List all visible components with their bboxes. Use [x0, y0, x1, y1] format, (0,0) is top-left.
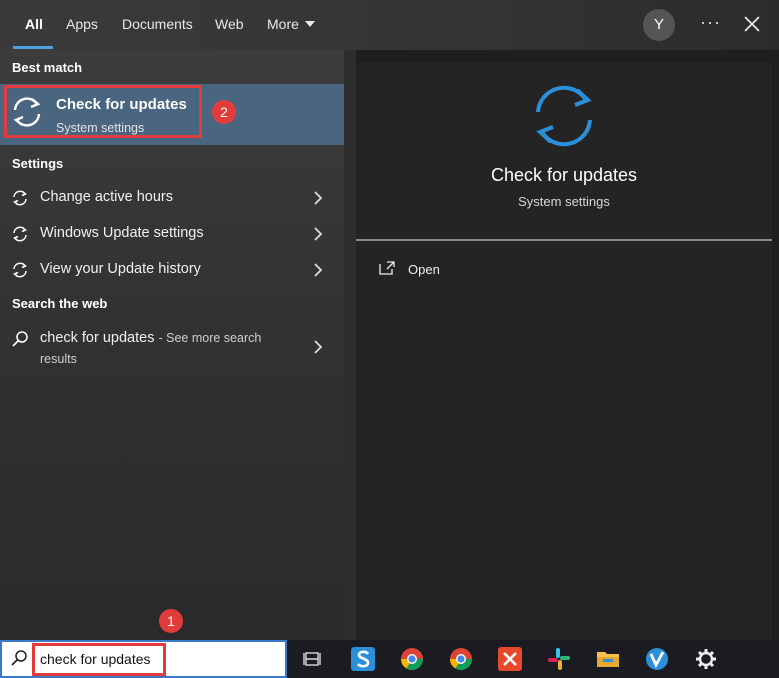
- settings-item-label: View your Update history: [40, 261, 201, 277]
- sync-icon: [536, 85, 592, 147]
- gear-icon[interactable]: [693, 646, 719, 672]
- tab-web[interactable]: Web: [215, 16, 244, 32]
- web-search-query: check for updates: [40, 330, 155, 346]
- tab-all[interactable]: All: [25, 16, 43, 32]
- web-search-more: - See more search: [158, 331, 262, 345]
- sync-icon: [13, 190, 27, 206]
- chrome-icon[interactable]: [399, 646, 425, 672]
- settings-item-windows-update-settings[interactable]: Windows Update settings: [0, 217, 344, 251]
- search-icon: [11, 650, 27, 666]
- section-best-match: Best match: [12, 60, 83, 75]
- task-view-icon[interactable]: [300, 646, 326, 672]
- chevron-right-icon: [314, 263, 323, 277]
- file-explorer-icon[interactable]: [595, 646, 621, 672]
- settings-item-label: Change active hours: [40, 189, 173, 205]
- panel-gap: [344, 50, 356, 640]
- settings-item-view-update-history[interactable]: View your Update history: [0, 253, 344, 287]
- open-icon[interactable]: [379, 261, 395, 275]
- search-icon: [12, 331, 28, 347]
- highlight-box-best-match: [4, 85, 202, 138]
- tab-apps[interactable]: Apps: [66, 16, 98, 32]
- chevron-right-icon: [314, 191, 323, 205]
- web-search-results: results: [40, 352, 77, 366]
- active-tab-indicator: [13, 46, 53, 49]
- tab-more[interactable]: More: [267, 16, 315, 32]
- settings-item-change-active-hours[interactable]: Change active hours: [0, 181, 344, 215]
- web-search-query-line: check for updates - See more search: [40, 330, 261, 346]
- open-action[interactable]: Open: [408, 262, 440, 277]
- vpn-app-icon[interactable]: [644, 646, 670, 672]
- section-search-web: Search the web: [12, 296, 108, 311]
- highlight-box-search: [32, 643, 166, 676]
- settings-item-label: Windows Update settings: [40, 225, 204, 241]
- snagit-icon[interactable]: [350, 646, 376, 672]
- web-search-item[interactable]: check for updates - See more search resu…: [0, 320, 344, 376]
- preview-divider: [356, 239, 772, 241]
- preview-subtitle: System settings: [518, 194, 610, 209]
- avatar[interactable]: Y: [643, 9, 675, 41]
- slack-icon[interactable]: [546, 646, 572, 672]
- close-icon[interactable]: [742, 14, 762, 34]
- chevron-right-icon: [314, 227, 323, 241]
- step-badge-2: 2: [212, 100, 236, 124]
- tab-more-label: More: [267, 16, 299, 32]
- xmind-icon[interactable]: [497, 646, 523, 672]
- sync-icon: [13, 226, 27, 242]
- step-badge-1: 1: [159, 609, 183, 633]
- tab-documents[interactable]: Documents: [122, 16, 193, 32]
- sync-icon: [13, 262, 27, 278]
- section-settings: Settings: [12, 156, 64, 171]
- preview-title: Check for updates: [490, 165, 638, 185]
- caret-down-icon: [304, 21, 315, 27]
- more-options-button[interactable]: ···: [700, 12, 721, 33]
- chrome-icon[interactable]: [448, 646, 474, 672]
- chevron-right-icon: [314, 340, 323, 354]
